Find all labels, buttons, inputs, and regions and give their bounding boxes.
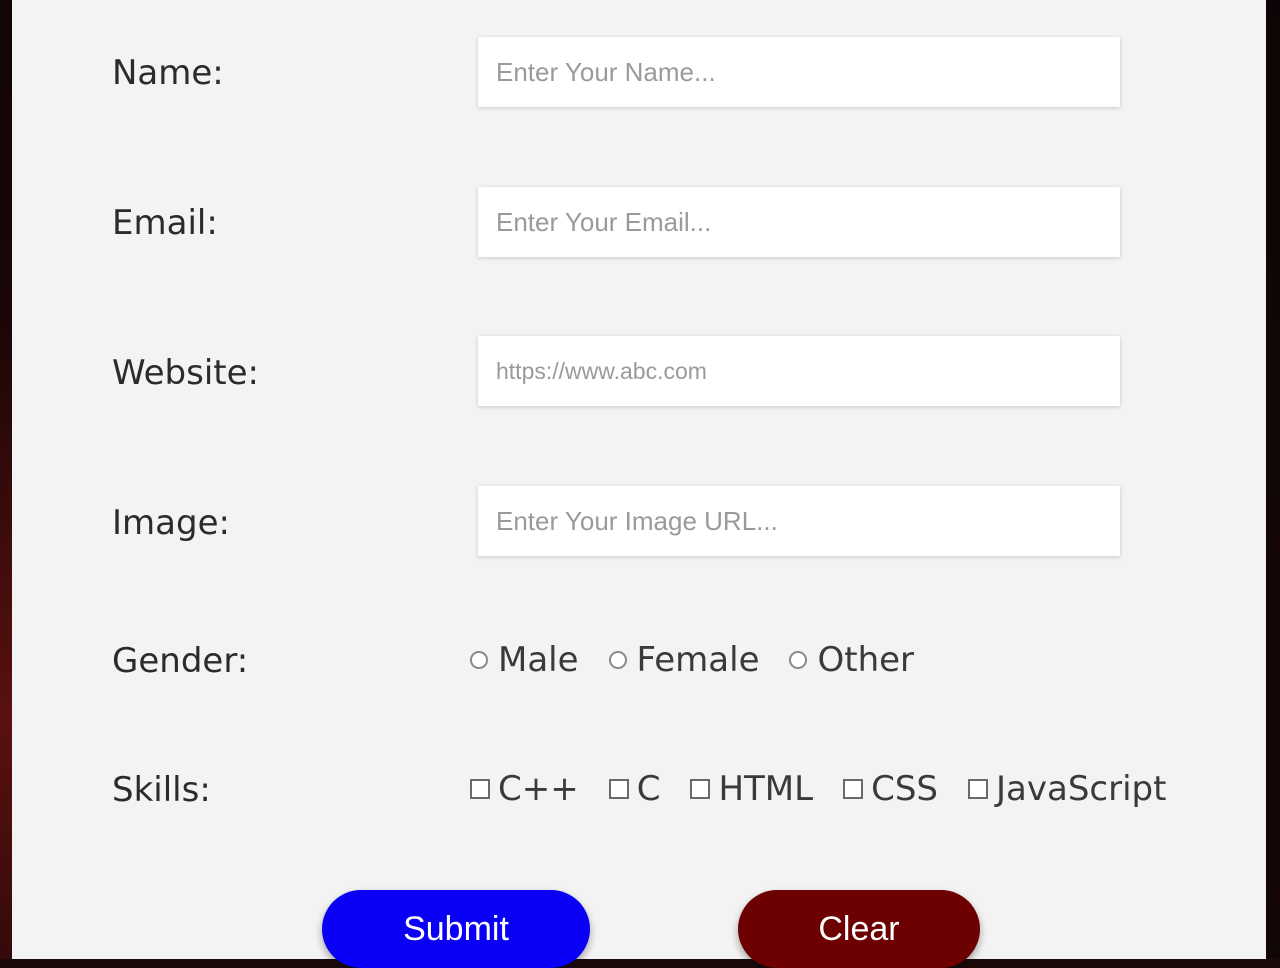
skill-option-c[interactable]: C	[608, 769, 661, 809]
gender-option-label: Male	[498, 640, 579, 680]
submit-button[interactable]: Submit	[322, 890, 590, 968]
website-input[interactable]	[478, 336, 1120, 406]
checkbox-cpp[interactable]	[470, 779, 490, 799]
skill-option-javascript[interactable]: JavaScript	[968, 769, 1166, 809]
clear-button[interactable]: Clear	[738, 890, 980, 968]
skill-option-label: HTML	[718, 769, 814, 809]
registration-form: Name: Email: Website: Image: Gender: Mal…	[12, 0, 1266, 968]
skill-option-html[interactable]: HTML	[690, 769, 813, 809]
name-label: Name:	[112, 53, 224, 93]
gender-option-male[interactable]: Male	[470, 640, 579, 680]
checkbox-javascript[interactable]	[968, 779, 988, 799]
radio-male[interactable]	[470, 651, 488, 669]
gender-option-female[interactable]: Female	[608, 640, 760, 680]
skills-label: Skills:	[112, 770, 211, 810]
gender-options: Male Female Other	[470, 640, 914, 680]
checkbox-c[interactable]	[608, 779, 629, 799]
skill-option-label: C	[636, 769, 661, 809]
website-label: Website:	[112, 353, 259, 393]
skill-option-cpp[interactable]: C++	[470, 769, 579, 809]
radio-female[interactable]	[608, 651, 627, 669]
gender-label: Gender:	[112, 641, 249, 681]
gender-option-label: Other	[817, 640, 915, 680]
image-url-input[interactable]	[478, 486, 1120, 556]
gender-option-label: Female	[636, 640, 760, 680]
name-input[interactable]	[478, 37, 1120, 107]
email-label: Email:	[112, 203, 218, 243]
checkbox-css[interactable]	[843, 779, 864, 799]
checkbox-html[interactable]	[690, 779, 711, 799]
email-input[interactable]	[478, 187, 1120, 257]
skill-option-label: CSS	[871, 769, 938, 809]
skill-option-css[interactable]: CSS	[843, 769, 938, 809]
skills-options: C++ C HTML CSS JavaScript	[470, 769, 1166, 809]
gender-option-other[interactable]: Other	[789, 640, 914, 680]
skill-option-label: JavaScript	[996, 769, 1167, 809]
skill-option-label: C++	[498, 769, 579, 809]
radio-other[interactable]	[789, 651, 808, 669]
image-label: Image:	[112, 503, 230, 543]
